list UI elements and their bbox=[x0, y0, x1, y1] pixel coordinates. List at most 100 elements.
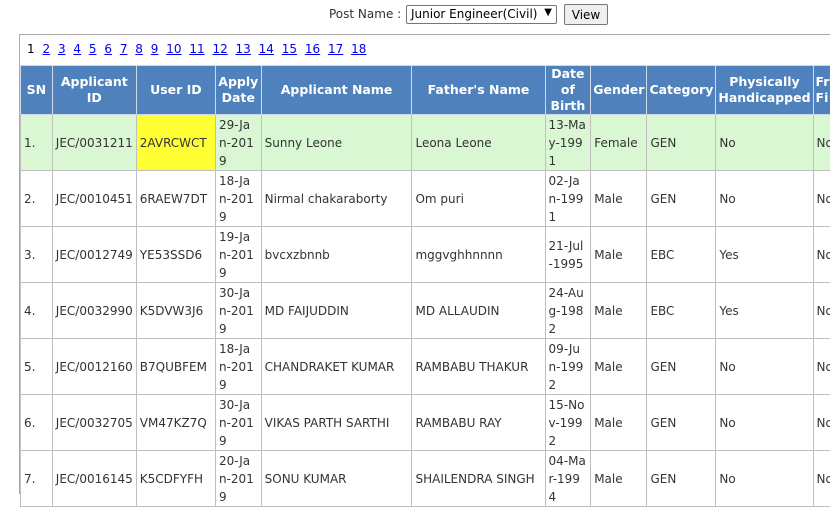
table-row[interactable]: 2. JEC/0010451 6RAEW7DT 18-Jan-2019 Nirm… bbox=[21, 171, 830, 227]
cell-gender: Male bbox=[591, 395, 647, 451]
pager-link-4[interactable]: 4 bbox=[73, 42, 81, 56]
cell-applicant-name: MD FAIJUDDIN bbox=[261, 283, 412, 339]
cell-applicant-name: VIKAS PARTH SARTHI bbox=[261, 395, 412, 451]
cell-apply-date: 30-Jan-2019 bbox=[215, 395, 261, 451]
pager-link-12[interactable]: 12 bbox=[212, 42, 227, 56]
table-row[interactable]: 1. JEC/0031211 2AVRCWCT 29-Jan-2019 Sunn… bbox=[21, 115, 830, 171]
pager-link-5[interactable]: 5 bbox=[89, 42, 97, 56]
table-row[interactable]: 5. JEC/0012160 B7QUBFEM 18-Jan-2019 CHAN… bbox=[21, 339, 830, 395]
pager-link-10[interactable]: 10 bbox=[166, 42, 181, 56]
cell-applicant-name: Nirmal chakaraborty bbox=[261, 171, 412, 227]
cell-user-id: K5DVW3J6 bbox=[136, 283, 215, 339]
cell-applicant-id: JEC/0012160 bbox=[52, 339, 136, 395]
pager-link-8[interactable]: 8 bbox=[135, 42, 143, 56]
column-header-date-of-birth[interactable]: Date of Birth bbox=[545, 66, 591, 115]
pager-link-18[interactable]: 18 bbox=[351, 42, 366, 56]
cell-user-id: VM47KZ7Q bbox=[136, 395, 215, 451]
cell-applicant-name: CHANDRAKET KUMAR bbox=[261, 339, 412, 395]
table-row[interactable]: 3. JEC/0012749 YE53SSD6 19-Jan-2019 bvcx… bbox=[21, 227, 830, 283]
cell-apply-date: 30-Jan-2019 bbox=[215, 283, 261, 339]
post-name-label: Post Name : bbox=[329, 7, 401, 21]
cell-freedom-fighter: No bbox=[813, 115, 830, 171]
cell-applicant-id: JEC/0012749 bbox=[52, 227, 136, 283]
pager-link-7[interactable]: 7 bbox=[120, 42, 128, 56]
applicants-table: SN Applicant ID User ID Apply Date Appli… bbox=[20, 65, 830, 507]
column-header-sn[interactable]: SN bbox=[21, 66, 53, 115]
cell-freedom-fighter: No bbox=[813, 451, 830, 507]
column-header-fathers-name[interactable]: Father's Name bbox=[412, 66, 545, 115]
table-row[interactable]: 4. JEC/0032990 K5DVW3J6 30-Jan-2019 MD F… bbox=[21, 283, 830, 339]
cell-category: GEN bbox=[647, 395, 716, 451]
cell-applicant-id: JEC/0031211 bbox=[52, 115, 136, 171]
post-name-selected-value: Junior Engineer(Civil) bbox=[411, 7, 537, 21]
pager-link-17[interactable]: 17 bbox=[328, 42, 343, 56]
cell-date-of-birth: 04-Mar-1994 bbox=[545, 451, 591, 507]
pager-link-11[interactable]: 11 bbox=[189, 42, 204, 56]
column-header-gender[interactable]: Gender bbox=[591, 66, 647, 115]
cell-fathers-name: MD ALLAUDIN bbox=[412, 283, 545, 339]
view-button[interactable]: View bbox=[564, 4, 608, 25]
cell-applicant-name: SONU KUMAR bbox=[261, 451, 412, 507]
cell-gender: Male bbox=[591, 227, 647, 283]
cell-sn: 1. bbox=[21, 115, 53, 171]
pager-link-2[interactable]: 2 bbox=[42, 42, 50, 56]
cell-category: GEN bbox=[647, 115, 716, 171]
cell-applicant-id: JEC/0010451 bbox=[52, 171, 136, 227]
cell-sn: 2. bbox=[21, 171, 53, 227]
cell-fathers-name: RAMBABU THAKUR bbox=[412, 339, 545, 395]
column-header-category[interactable]: Category bbox=[647, 66, 716, 115]
column-header-user-id[interactable]: User ID bbox=[136, 66, 215, 115]
pager-link-3[interactable]: 3 bbox=[58, 42, 66, 56]
filter-bar: Post Name : Junior Engineer(Civil) ▼ Vie… bbox=[0, 3, 830, 25]
pager-link-13[interactable]: 13 bbox=[236, 42, 251, 56]
cell-date-of-birth: 24-Aug-1982 bbox=[545, 283, 591, 339]
pager-link-16[interactable]: 16 bbox=[305, 42, 320, 56]
cell-date-of-birth: 15-Nov-1992 bbox=[545, 395, 591, 451]
cell-freedom-fighter: No bbox=[813, 339, 830, 395]
cell-sn: 5. bbox=[21, 339, 53, 395]
table-row[interactable]: 6. JEC/0032705 VM47KZ7Q 30-Jan-2019 VIKA… bbox=[21, 395, 830, 451]
cell-gender: Male bbox=[591, 283, 647, 339]
pager-link-15[interactable]: 15 bbox=[282, 42, 297, 56]
cell-gender: Female bbox=[591, 115, 647, 171]
pagination: 1 2 3 4 5 6 7 8 9 10 11 12 13 14 15 16 1… bbox=[27, 42, 370, 56]
cell-sn: 3. bbox=[21, 227, 53, 283]
pager-link-14[interactable]: 14 bbox=[259, 42, 274, 56]
cell-sn: 6. bbox=[21, 395, 53, 451]
column-header-apply-date[interactable]: Apply Date bbox=[215, 66, 261, 115]
cell-category: GEN bbox=[647, 339, 716, 395]
cell-user-id: YE53SSD6 bbox=[136, 227, 215, 283]
cell-gender: Male bbox=[591, 171, 647, 227]
cell-date-of-birth: 09-Jun-1992 bbox=[545, 339, 591, 395]
cell-apply-date: 18-Jan-2019 bbox=[215, 339, 261, 395]
cell-freedom-fighter: No bbox=[813, 283, 830, 339]
cell-user-id: 6RAEW7DT bbox=[136, 171, 215, 227]
post-name-select[interactable]: Junior Engineer(Civil) ▼ bbox=[406, 5, 557, 24]
pager-current-page: 1 bbox=[27, 42, 35, 56]
chevron-down-icon: ▼ bbox=[544, 7, 552, 18]
table-row[interactable]: 7. JEC/0016145 K5CDFYFH 20-Jan-2019 SONU… bbox=[21, 451, 830, 507]
cell-apply-date: 20-Jan-2019 bbox=[215, 451, 261, 507]
cell-date-of-birth: 02-Jan-1991 bbox=[545, 171, 591, 227]
column-header-physically-handicapped[interactable]: Physically Handicapped bbox=[716, 66, 813, 115]
cell-physically-handicapped: No bbox=[716, 339, 813, 395]
column-header-freedom-fighter[interactable]: Fre Fi bbox=[813, 66, 830, 115]
cell-applicant-id: JEC/0032705 bbox=[52, 395, 136, 451]
table-header-row: SN Applicant ID User ID Apply Date Appli… bbox=[21, 66, 830, 115]
cell-apply-date: 19-Jan-2019 bbox=[215, 227, 261, 283]
cell-sn: 7. bbox=[21, 451, 53, 507]
cell-category: EBC bbox=[647, 227, 716, 283]
cell-physically-handicapped: No bbox=[716, 115, 813, 171]
cell-apply-date: 29-Jan-2019 bbox=[215, 115, 261, 171]
pager-link-6[interactable]: 6 bbox=[104, 42, 112, 56]
column-header-applicant-name[interactable]: Applicant Name bbox=[261, 66, 412, 115]
cell-fathers-name: RAMBABU RAY bbox=[412, 395, 545, 451]
column-header-applicant-id[interactable]: Applicant ID bbox=[52, 66, 136, 115]
cell-applicant-id: JEC/0016145 bbox=[52, 451, 136, 507]
cell-gender: Male bbox=[591, 451, 647, 507]
cell-physically-handicapped: No bbox=[716, 395, 813, 451]
pager-link-9[interactable]: 9 bbox=[151, 42, 159, 56]
cell-applicant-name: bvcxzbnnb bbox=[261, 227, 412, 283]
cell-user-id: K5CDFYFH bbox=[136, 451, 215, 507]
cell-freedom-fighter: No bbox=[813, 395, 830, 451]
